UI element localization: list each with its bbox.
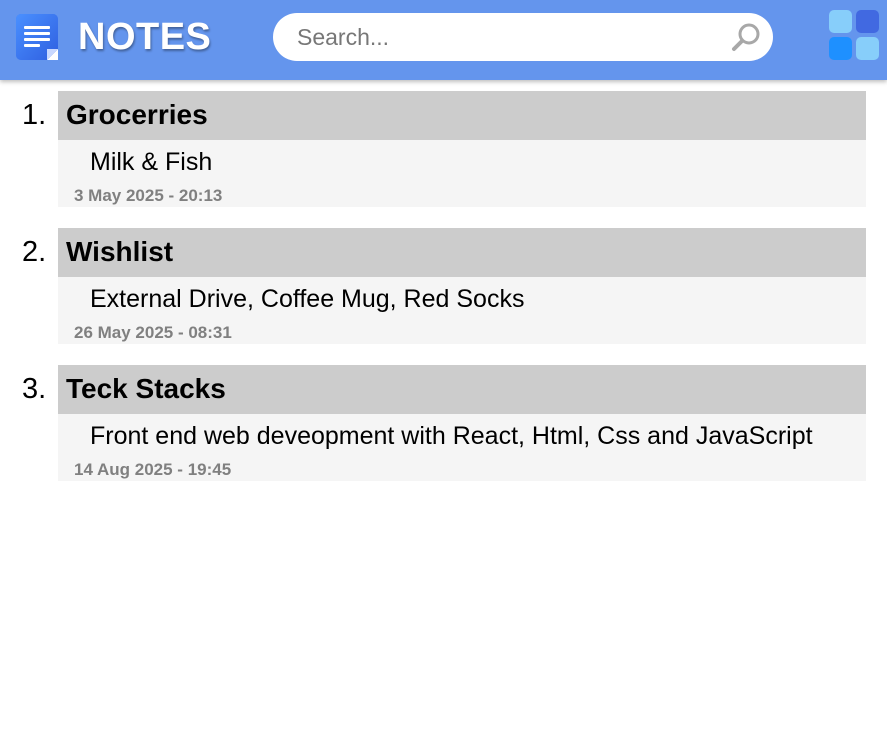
note-title: Teck Stacks [66,373,226,404]
search-bar [273,13,773,61]
note-index: 3. [22,373,47,405]
note-content: Milk & Fish [90,148,213,176]
app-header: NOTES [0,0,887,80]
search-icon[interactable] [731,22,761,52]
note-header[interactable]: Teck Stacks [58,365,866,414]
note-date: 14 Aug 2025 - 19:45 [74,460,232,479]
notepad-icon [16,14,58,60]
note-body: Front end web deveopment with React, Htm… [58,414,866,481]
note-item[interactable]: 3. Teck Stacks Front end web deveopment … [0,365,887,481]
grid-cell [856,37,879,60]
note-index: 1. [22,99,47,131]
note-item[interactable]: 2. Wishlist External Drive, Coffee Mug, … [0,228,887,344]
note-body: Milk & Fish 3 May 2025 - 20:13 [58,140,866,207]
note-date: 26 May 2025 - 08:31 [74,323,232,342]
note-header[interactable]: Wishlist [58,228,866,277]
grid-cell [856,10,879,33]
note-header[interactable]: Grocerries [58,91,866,140]
note-index: 2. [22,236,47,268]
note-body: External Drive, Coffee Mug, Red Socks 26… [58,277,866,344]
note-content: External Drive, Coffee Mug, Red Socks [90,285,525,313]
note-item[interactable]: 1. Grocerries Milk & Fish 3 May 2025 - 2… [0,91,887,207]
note-content: Front end web deveopment with React, Htm… [90,422,813,450]
grid-icon[interactable] [829,10,881,62]
note-title: Wishlist [66,236,174,267]
grid-cell [829,10,852,33]
note-title: Grocerries [66,99,208,130]
search-input[interactable] [297,21,717,53]
app-title: NOTES [78,16,212,58]
note-date: 3 May 2025 - 20:13 [74,186,223,205]
grid-cell [829,37,852,60]
